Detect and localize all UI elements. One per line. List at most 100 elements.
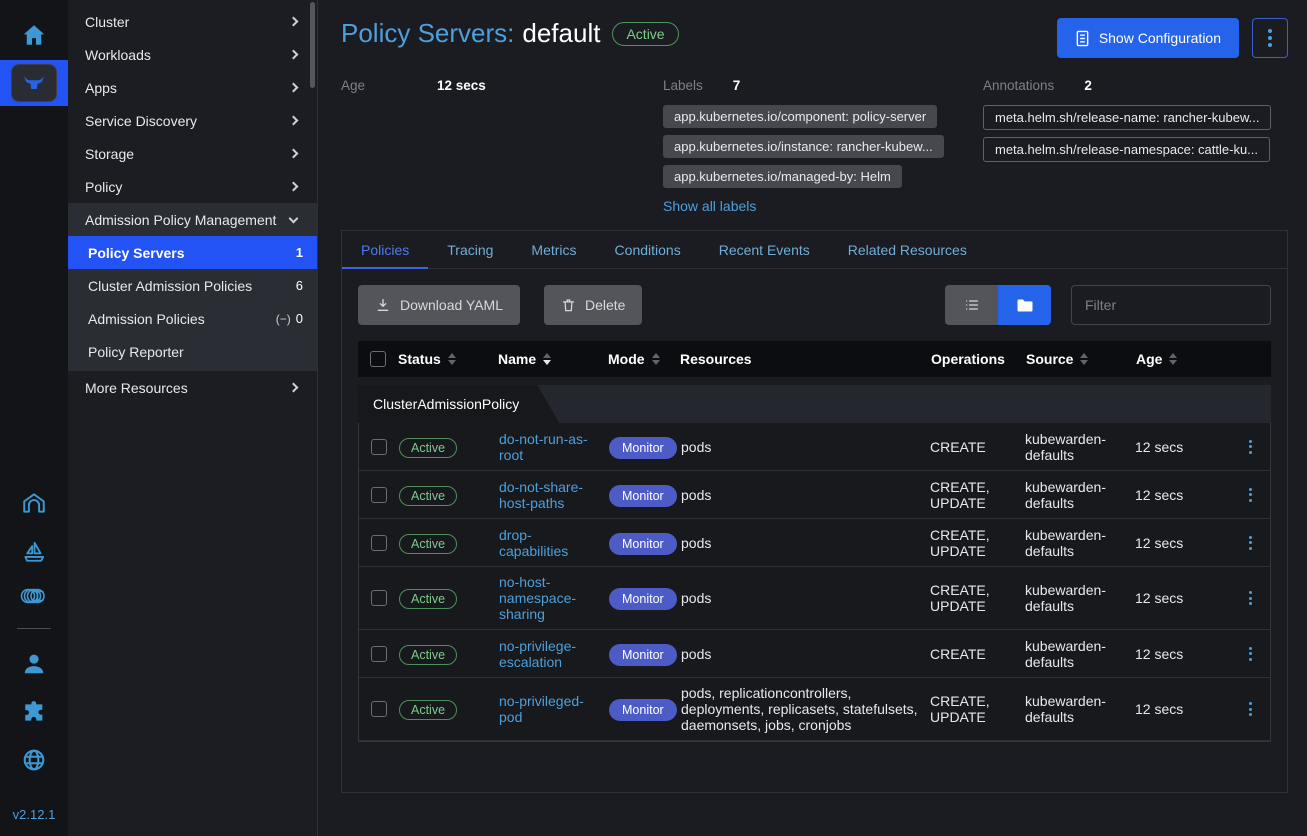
row-age: 12 secs (1135, 487, 1230, 503)
kebab-icon (1249, 647, 1252, 661)
page-title: Policy Servers:default (341, 18, 600, 49)
view-toggle (945, 285, 1051, 325)
cluster-manager-button[interactable] (0, 60, 68, 106)
sidebar-subitem[interactable]: Cluster Admission Policies 6 (68, 269, 317, 302)
row-actions-menu-button[interactable] (1230, 702, 1270, 716)
row-name-link[interactable]: no-privileged-pod (499, 693, 609, 725)
users-auth-icon[interactable] (21, 651, 47, 677)
kebab-icon (1268, 29, 1272, 47)
document-icon (1075, 30, 1090, 47)
cluster-coil-icon[interactable] (20, 586, 48, 606)
column-header-age[interactable]: Age (1136, 351, 1231, 367)
list-icon (963, 297, 981, 313)
column-header-name[interactable]: Name (498, 351, 608, 367)
sidebar-subitem[interactable]: Admission Policies (−)0 (68, 302, 317, 335)
tab[interactable]: Recent Events (700, 231, 829, 269)
sidebar-item-label: More Resources (85, 380, 188, 396)
tab[interactable]: Tracing (428, 231, 512, 269)
column-header-operations[interactable]: Operations (931, 351, 1026, 367)
row-source: kubewarden-defaults (1025, 638, 1135, 670)
cluster-shed-icon[interactable] (21, 490, 47, 516)
sort-icon (652, 353, 660, 365)
row-resources: pods, replicationcontrollers, deployment… (681, 685, 930, 733)
row-checkbox[interactable] (371, 646, 387, 662)
row-checkbox[interactable] (371, 535, 387, 551)
home-button[interactable] (21, 22, 47, 48)
sidebar-item[interactable]: Cluster (68, 5, 317, 38)
annotation-chip: meta.helm.sh/release-name: rancher-kubew… (983, 105, 1271, 130)
row-actions-menu-button[interactable] (1230, 536, 1270, 550)
folder-icon (1016, 298, 1034, 313)
sidebar-item[interactable]: Policy (68, 170, 317, 203)
sidebar-subitem[interactable]: Policy Reporter (68, 335, 317, 368)
row-mode-badge: Monitor (609, 644, 677, 666)
annotations-label: Annotations (983, 78, 1054, 93)
age-label: Age (341, 78, 437, 93)
sort-icon (448, 353, 456, 365)
global-settings-globe-icon[interactable] (21, 747, 47, 773)
row-resources: pods (681, 590, 930, 606)
grouped-view-button[interactable] (998, 285, 1051, 325)
table-row: Active no-privileged-pod Monitor pods, r… (359, 678, 1270, 741)
row-operations: CREATE (930, 646, 1025, 662)
extensions-puzzle-icon[interactable] (21, 699, 47, 725)
row-age: 12 secs (1135, 535, 1230, 551)
list-view-button[interactable] (945, 285, 998, 325)
rail-divider (17, 628, 51, 629)
download-yaml-button[interactable]: Download YAML (358, 285, 520, 325)
rancher-steer-icon (11, 64, 57, 102)
cluster-sailboat-icon[interactable] (21, 538, 47, 564)
show-all-labels-link[interactable]: Show all labels (663, 198, 756, 214)
column-header-mode[interactable]: Mode (608, 351, 680, 367)
row-actions-menu-button[interactable] (1230, 591, 1270, 605)
row-mode-badge: Monitor (609, 533, 677, 555)
page-title-type-link[interactable]: Policy Servers: (341, 18, 514, 48)
filter-input[interactable] (1071, 285, 1271, 325)
row-resources: pods (681, 535, 930, 551)
column-header-resources[interactable]: Resources (680, 351, 931, 367)
column-header-status[interactable]: Status (398, 351, 498, 367)
row-name-link[interactable]: no-host-namespace-sharing (499, 574, 609, 622)
sidebar-item-label: Storage (85, 146, 134, 162)
sidebar-item-more-resources[interactable]: More Resources (68, 371, 317, 404)
row-checkbox[interactable] (371, 487, 387, 503)
column-header-source[interactable]: Source (1026, 351, 1136, 367)
show-configuration-button[interactable]: Show Configuration (1057, 18, 1239, 58)
table-row: Active do-not-run-as-root Monitor pods C… (359, 423, 1270, 471)
row-checkbox[interactable] (371, 439, 387, 455)
row-status-badge: Active (399, 645, 457, 665)
tab[interactable]: Related Resources (829, 231, 986, 269)
delete-button[interactable]: Delete (544, 285, 642, 325)
row-source: kubewarden-defaults (1025, 431, 1135, 463)
policies-table: Status Name Mode Resources Operations So… (358, 341, 1271, 742)
row-name-link[interactable]: no-privilege-escalation (499, 638, 609, 670)
table-row: Active no-host-namespace-sharing Monitor… (359, 567, 1270, 630)
table-row: Active no-privilege-escalation Monitor p… (359, 630, 1270, 678)
tab[interactable]: Metrics (512, 231, 595, 269)
sidebar-item[interactable]: Service Discovery (68, 104, 317, 137)
row-checkbox[interactable] (371, 590, 387, 606)
row-name-link[interactable]: do-not-share-host-paths (499, 479, 609, 511)
row-checkbox[interactable] (371, 701, 387, 717)
tab[interactable]: Policies (342, 231, 428, 269)
row-name-link[interactable]: drop-capabilities (499, 527, 609, 559)
sidebar-group-header[interactable]: Admission Policy Management (68, 203, 317, 236)
sidebar-item-label: Workloads (85, 47, 151, 63)
sidebar-scrollbar[interactable] (310, 2, 315, 88)
header-actions-menu-button[interactable] (1252, 18, 1288, 58)
tab[interactable]: Conditions (596, 231, 700, 269)
sidebar-item[interactable]: Workloads (68, 38, 317, 71)
row-actions-menu-button[interactable] (1230, 647, 1270, 661)
row-source: kubewarden-defaults (1025, 582, 1135, 614)
chevron-right-icon (289, 116, 299, 126)
sidebar-subitem-count: 1 (291, 245, 303, 260)
sort-icon (1169, 353, 1177, 365)
kebab-icon (1249, 440, 1252, 454)
sidebar-subitem[interactable]: Policy Servers 1 (68, 236, 317, 269)
select-all-checkbox[interactable] (370, 351, 386, 367)
row-actions-menu-button[interactable] (1230, 488, 1270, 502)
sidebar-item[interactable]: Storage (68, 137, 317, 170)
row-name-link[interactable]: do-not-run-as-root (499, 431, 609, 463)
sidebar-item[interactable]: Apps (68, 71, 317, 104)
row-actions-menu-button[interactable] (1230, 440, 1270, 454)
